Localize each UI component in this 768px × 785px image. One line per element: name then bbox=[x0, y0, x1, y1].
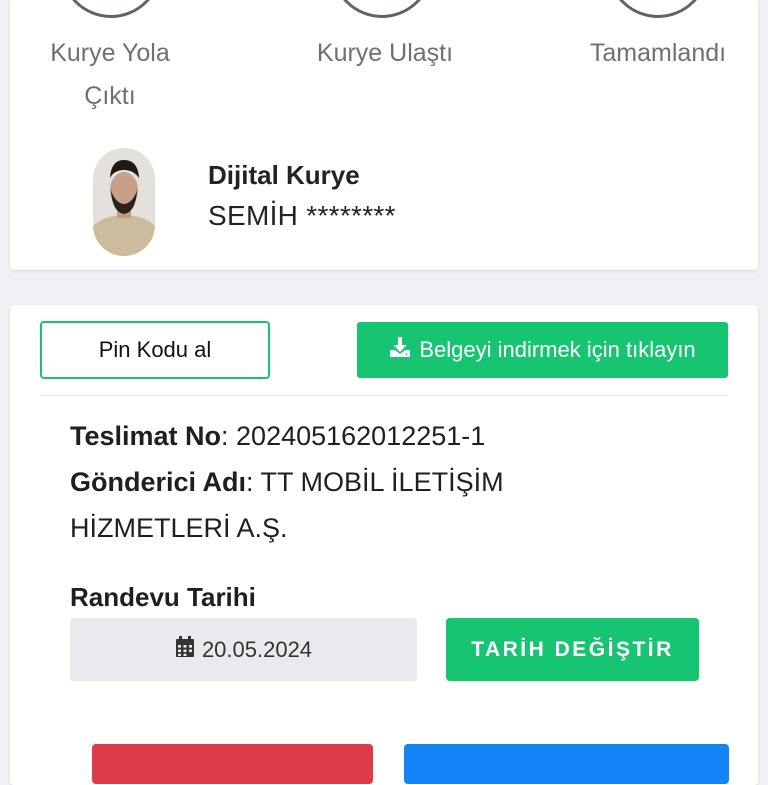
download-icon bbox=[389, 336, 411, 364]
appointment-date-field[interactable]: 20.05.2024 bbox=[70, 618, 417, 681]
sender-name-value: : TT MOBİL İLETİŞİM bbox=[246, 467, 504, 497]
red-action-button[interactable] bbox=[92, 744, 373, 784]
step-label-completed: Tamamlandı bbox=[589, 39, 727, 67]
step-label-line: Kurye Yola bbox=[50, 39, 170, 67]
delivery-number-value: : 202405162012251-1 bbox=[221, 421, 486, 451]
sender-name-label: Gönderici Adı bbox=[70, 467, 247, 497]
appointment-date-value: 20.05.2024 bbox=[201, 636, 313, 662]
step-label-line: Çıktı bbox=[84, 82, 136, 110]
calendar-icon bbox=[175, 635, 195, 664]
get-pin-code-button[interactable]: Pin Kodu al bbox=[40, 321, 270, 379]
step-label-arrived: Kurye Ulaştı bbox=[316, 39, 454, 67]
courier-title: Dijital Kurye bbox=[208, 160, 360, 190]
sender-name-continuation: HİZMETLERİ A.Ş. bbox=[70, 513, 288, 543]
sender-name-row: Gönderici Adı: TT MOBİL İLETİŞİM bbox=[70, 460, 504, 505]
section-divider bbox=[40, 395, 728, 396]
change-date-button[interactable]: TARİH DEĞİŞTİR bbox=[446, 618, 699, 681]
appointment-date-label: Randevu Tarihi bbox=[70, 582, 256, 612]
delivery-number-label: Teslimat No bbox=[70, 421, 222, 451]
courier-photo bbox=[93, 148, 155, 256]
courier-name: SEMİH ******** bbox=[208, 200, 396, 231]
step-label-on-the-way: Kurye Yola Çıktı bbox=[35, 32, 185, 118]
download-button-label: Belgeyi indirmek için tıklayın bbox=[419, 337, 696, 362]
download-document-button[interactable]: Belgeyi indirmek için tıklayın bbox=[357, 322, 728, 378]
delivery-number-row: Teslimat No: 202405162012251-1 bbox=[70, 414, 485, 459]
blue-action-button[interactable] bbox=[404, 744, 729, 784]
courier-avatar bbox=[93, 148, 155, 256]
